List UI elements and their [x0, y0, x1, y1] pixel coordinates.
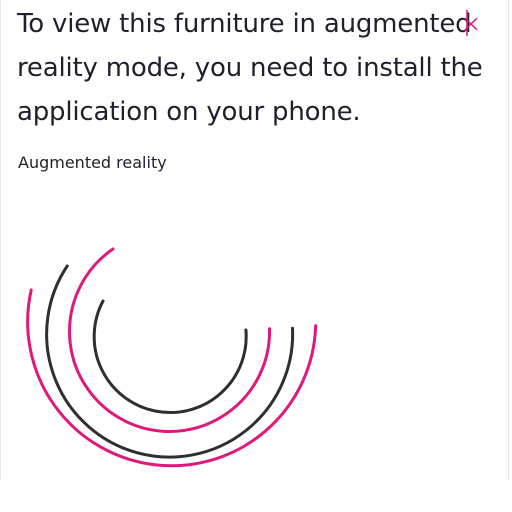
- dialog-subtitle: Augmented reality: [18, 153, 167, 172]
- arc-third: [68, 247, 272, 433]
- dialog-panel: To view this furniture in augmented real…: [0, 0, 509, 480]
- arc-inner: [92, 299, 248, 414]
- arc-second: [45, 264, 295, 459]
- close-icon[interactable]: [463, 8, 479, 38]
- install-message: To view this furniture in augmented real…: [17, 9, 483, 127]
- ar-install-dialog: To view this furniture in augmented real…: [0, 0, 512, 512]
- augmented-reality-arcs-icon: [26, 247, 318, 468]
